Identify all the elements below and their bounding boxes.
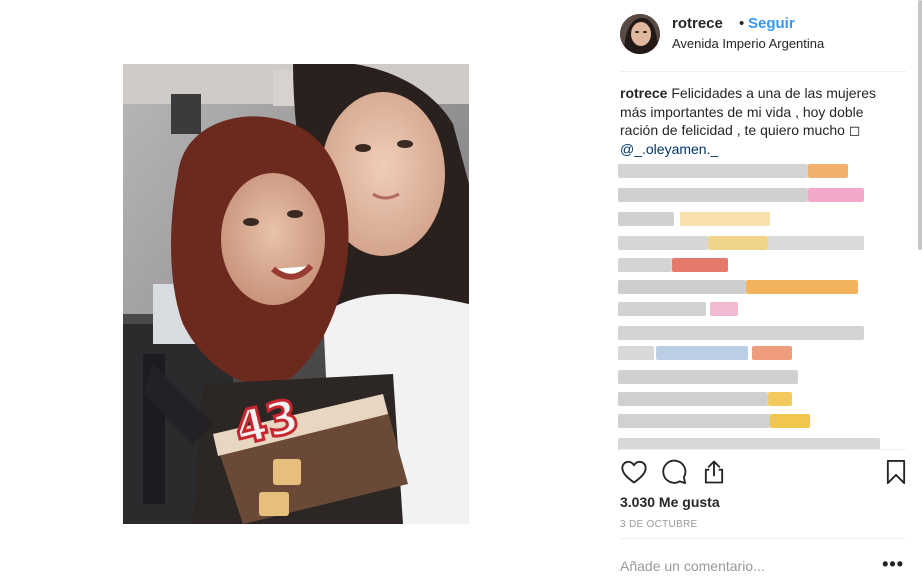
blurred-emoji [770,414,810,428]
share-icon[interactable] [700,458,728,486]
bookmark-icon[interactable] [882,458,910,486]
post-photo[interactable]: 43 [123,64,469,524]
blurred-comment [618,326,864,340]
blurred-comment [618,236,708,250]
likes-count[interactable]: 3.030 Me gusta [620,494,720,510]
caption-username[interactable]: rotrece [620,85,667,101]
post-sidebar: rotrece • Seguir Avenida Imperio Argenti… [608,0,922,576]
blurred-comment [768,236,864,250]
blurred-comment [618,302,706,316]
blurred-comment [618,280,746,294]
avatar[interactable] [620,14,660,54]
blurred-emoji [808,188,864,202]
blurred-comment [618,392,768,406]
blurred-emoji [752,346,792,360]
blurred-emoji [672,258,728,272]
follow-button[interactable]: Seguir [748,15,795,32]
blurred-comment [618,212,674,226]
heart-icon[interactable] [620,458,648,486]
comment-divider [620,538,906,539]
blurred-emoji [680,212,770,226]
blurred-comments [618,160,880,450]
post-caption: rotrece Felicidades a una de las mujeres… [620,84,900,158]
more-options-button[interactable]: ••• [882,554,904,575]
blurred-comment [618,258,672,272]
comment-bubble-icon[interactable] [660,458,688,486]
blurred-comment [656,346,748,360]
post-location[interactable]: Avenida Imperio Argentina [672,36,824,51]
sidebar-scrollbar[interactable] [918,0,922,250]
separator-dot: • [739,15,745,32]
comment-row: ••• [620,548,906,576]
blurred-comment [618,414,770,428]
post-actions [620,456,906,492]
header-divider [620,71,906,72]
blurred-comment [618,164,808,178]
blurred-comment [618,188,808,202]
caption-mention-link[interactable]: @_.oleyamen._ [620,141,718,157]
blurred-emoji [710,302,738,316]
actions-divider [620,449,906,450]
post-date[interactable]: 3 DE OCTUBRE [620,519,698,530]
blurred-emoji [768,392,792,406]
post-header: rotrece • Seguir Avenida Imperio Argenti… [620,12,906,56]
post-author-username[interactable]: rotrece [672,15,723,32]
blurred-comment [618,370,798,384]
blurred-emoji [708,236,768,250]
blurred-comment [618,346,654,360]
blurred-emoji [808,164,848,178]
blurred-emoji [746,280,858,294]
comment-input[interactable] [620,556,870,576]
post-media-area: 43 [0,0,592,576]
